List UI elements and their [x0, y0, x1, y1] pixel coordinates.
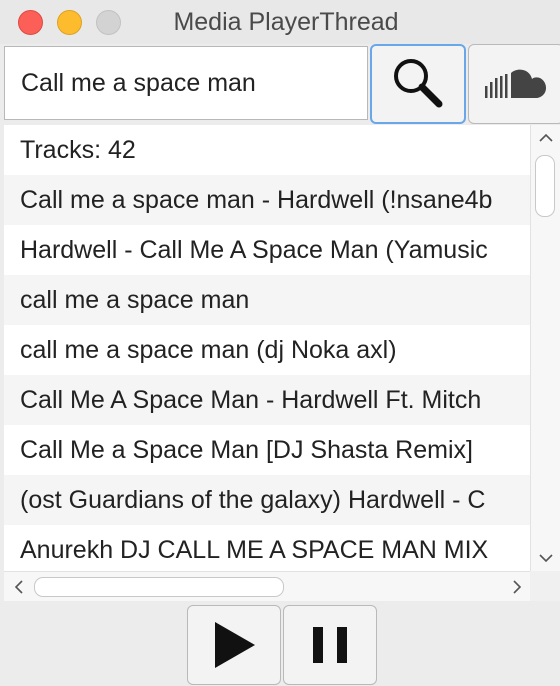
window-title: Media PlayerThread [173, 8, 399, 36]
pause-icon [313, 627, 347, 663]
track-item[interactable]: Call Me A Space Man - Hardwell Ft. Mitch [4, 375, 530, 425]
track-item[interactable]: Anurekh DJ CALL ME A SPACE MAN MIX [4, 525, 530, 571]
track-list[interactable]: Tracks: 42 Call me a space man - Hardwel… [4, 125, 530, 571]
chevron-down-icon[interactable] [537, 549, 555, 567]
play-button[interactable] [187, 605, 281, 685]
track-item[interactable]: (ost Guardians of the galaxy) Hardwell -… [4, 475, 530, 525]
track-item[interactable]: call me a space man [4, 275, 530, 325]
chevron-up-icon[interactable] [537, 129, 555, 147]
chevron-right-icon[interactable] [508, 578, 526, 596]
title-bar: Media PlayerThread [0, 0, 560, 44]
chevron-left-icon[interactable] [10, 578, 28, 596]
track-item[interactable]: Call Me a Space Man [DJ Shasta Remix] [4, 425, 530, 475]
search-icon [394, 59, 443, 108]
track-item[interactable]: Call me a space man - Hardwell (!nsane4b [4, 175, 530, 225]
search-button[interactable] [370, 44, 466, 124]
track-count: Tracks: 42 [20, 136, 136, 164]
track-item[interactable]: Hardwell - Call Me A Space Man (Yamusic [4, 225, 530, 275]
vertical-scrollbar[interactable] [530, 125, 560, 571]
scroll-corner [530, 571, 560, 601]
soundcloud-icon [485, 69, 546, 98]
pause-button[interactable] [283, 605, 377, 685]
horizontal-scrollbar[interactable] [4, 571, 530, 601]
track-item[interactable]: call me a space man (dj Noka axl) [4, 325, 530, 375]
search-input[interactable] [4, 46, 368, 120]
horizontal-scroll-thumb[interactable] [34, 577, 284, 597]
vertical-scroll-thumb[interactable] [535, 155, 555, 217]
play-icon [215, 622, 255, 668]
playback-controls [0, 601, 560, 686]
soundcloud-button[interactable] [468, 44, 560, 124]
